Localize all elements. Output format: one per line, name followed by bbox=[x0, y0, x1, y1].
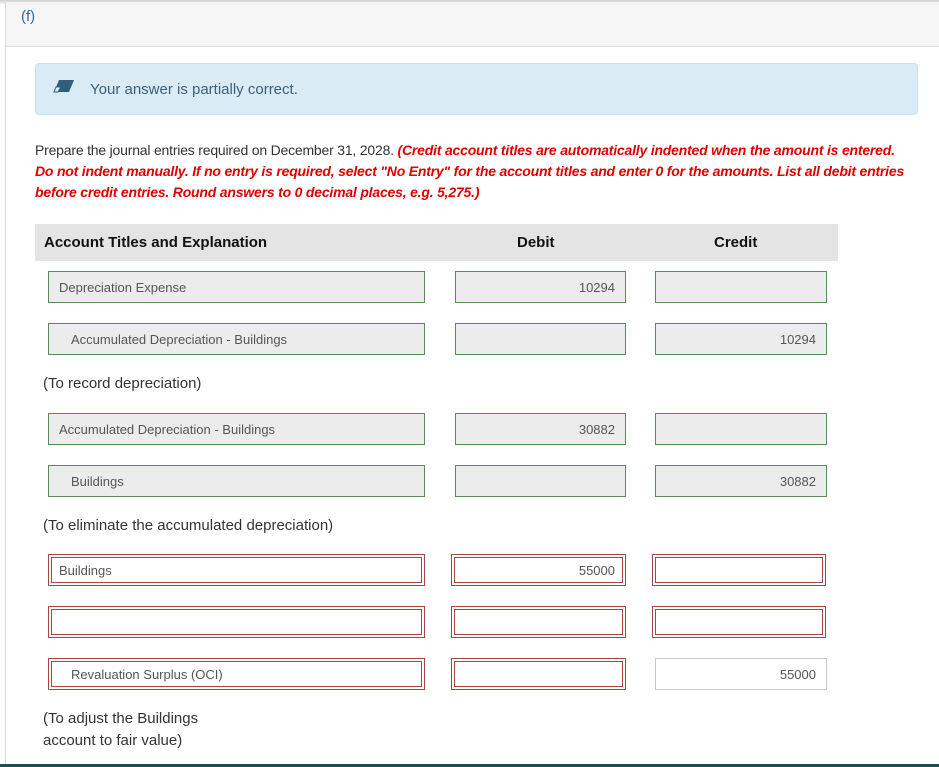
table-header: Account Titles and Explanation Debit Cre… bbox=[35, 224, 838, 261]
account-field[interactable]: Depreciation Expense bbox=[48, 271, 425, 303]
eraser-icon bbox=[53, 80, 74, 93]
debit-field[interactable] bbox=[451, 658, 626, 690]
header-debit: Debit bbox=[517, 234, 555, 251]
account-field[interactable]: Accumulated Depreciation - Buildings bbox=[48, 413, 425, 445]
account-field[interactable]: Accumulated Depreciation - Buildings bbox=[48, 323, 425, 355]
header-account: Account Titles and Explanation bbox=[44, 234, 268, 251]
credit-field[interactable] bbox=[652, 606, 826, 638]
debit-field[interactable] bbox=[451, 606, 626, 638]
instructions: Prepare the journal entries required on … bbox=[35, 140, 915, 203]
debit-field[interactable]: 30882 bbox=[455, 413, 626, 445]
debit-field[interactable] bbox=[455, 465, 626, 497]
account-field[interactable]: Buildings bbox=[48, 554, 425, 586]
credit-field[interactable]: 30882 bbox=[655, 465, 827, 497]
debit-field[interactable]: 10294 bbox=[455, 271, 626, 303]
account-field[interactable] bbox=[48, 606, 425, 638]
feedback-text: Your answer is partially correct. bbox=[90, 81, 298, 98]
entry-memo: (To eliminate the accumulated depreciati… bbox=[43, 517, 334, 534]
account-field[interactable]: Buildings bbox=[48, 465, 425, 497]
debit-field[interactable]: 55000 bbox=[451, 554, 626, 586]
credit-field[interactable] bbox=[655, 271, 827, 303]
account-field[interactable]: Revaluation Surplus (OCI) bbox=[48, 658, 425, 690]
entry-memo: (To adjust the Buildings account to fair… bbox=[43, 708, 198, 752]
entry-memo: (To record depreciation) bbox=[43, 375, 202, 392]
feedback-banner: Your answer is partially correct. bbox=[35, 63, 918, 115]
credit-field[interactable] bbox=[655, 413, 827, 445]
debit-field[interactable] bbox=[455, 323, 626, 355]
credit-field[interactable]: 55000 bbox=[655, 658, 827, 690]
header-credit: Credit bbox=[714, 234, 758, 251]
entry-memo-line: (To adjust the Buildings bbox=[43, 710, 199, 727]
credit-field[interactable] bbox=[652, 554, 826, 586]
entry-memo-line: account to fair value) bbox=[43, 732, 183, 749]
credit-field[interactable]: 10294 bbox=[655, 323, 827, 355]
left-border bbox=[5, 0, 6, 767]
part-label: (f) bbox=[21, 8, 36, 25]
part-header: (f) bbox=[6, 2, 939, 47]
instructions-lead: Prepare the journal entries required on … bbox=[35, 142, 398, 158]
